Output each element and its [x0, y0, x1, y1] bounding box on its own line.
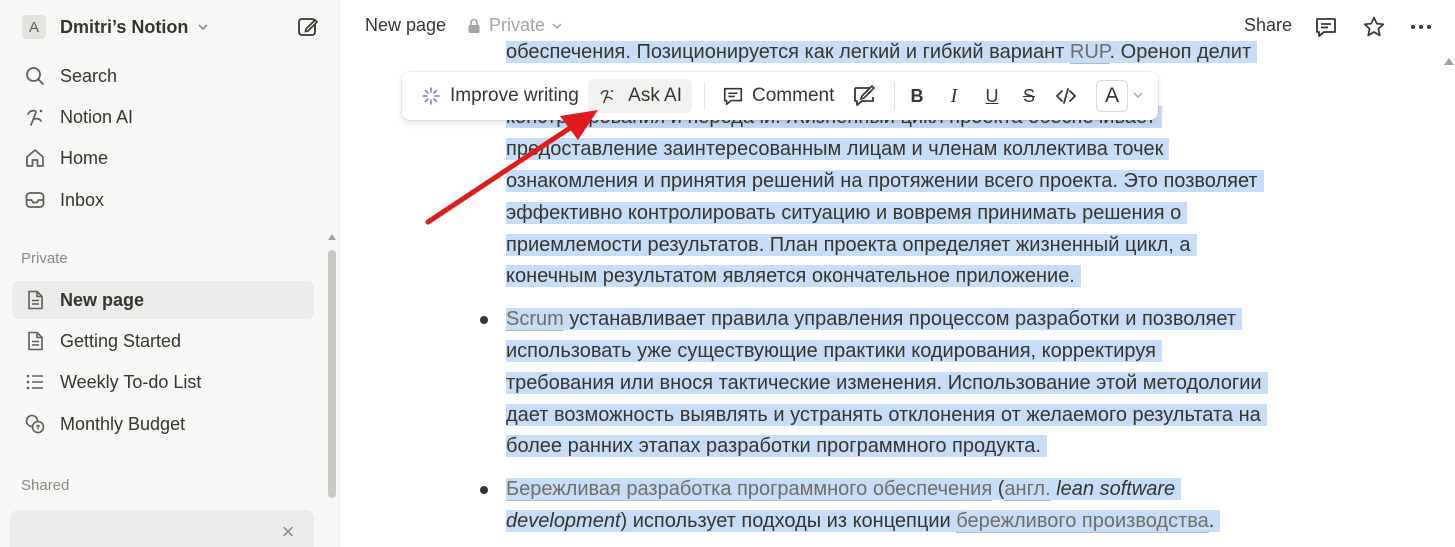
privacy-dropdown[interactable]: Private	[467, 15, 563, 36]
selected-text: требования или внося тактические изменен…	[506, 372, 1268, 394]
ask-ai-label: Ask AI	[628, 85, 682, 106]
text-segment: требования или внося тактические изменен…	[506, 372, 1262, 394]
selected-text: использовать уже существующие практики к…	[506, 340, 1162, 362]
bold-icon[interactable]: B	[905, 84, 929, 108]
text-segment: ознакомления и принятия решений на протя…	[506, 170, 1258, 192]
text-segment: ) использует подходы из концепции	[620, 510, 957, 532]
text-segment: . Ореноп делит	[1109, 41, 1252, 63]
text-line[interactable]: development) использует подходы из конце…	[506, 506, 1221, 537]
inline-link[interactable]: Бережливая разработка программного обесп…	[506, 478, 993, 501]
comment-icon	[723, 87, 743, 106]
ask-ai-button[interactable]: Ask AI	[588, 79, 692, 113]
text-segment: эффективно контролировать ситуацию и вов…	[506, 202, 1182, 224]
selected-text: обеспечения. Позиционируется как легкий …	[506, 41, 1258, 64]
selected-text: development) использует подходы из конце…	[506, 510, 1221, 533]
scroll-up-icon[interactable]	[1444, 58, 1454, 65]
text-line[interactable]: предоставление заинтересованным лицам и …	[506, 134, 1170, 165]
text-segment: обеспечения. Позиционируется как легкий …	[506, 41, 1070, 63]
text-line[interactable]: Бережливая разработка программного обесп…	[506, 474, 1182, 505]
more-options-icon[interactable]	[1408, 14, 1434, 40]
text-segment: lean software	[1056, 478, 1176, 500]
selected-text: приемлемости результатов. План проекта о…	[506, 234, 1197, 256]
inline-link[interactable]: бережливого производства	[956, 510, 1209, 533]
bullet-icon	[480, 316, 488, 324]
chevron-down-icon[interactable]	[1132, 89, 1144, 101]
formatting-toolbar: Improve writing Ask AI Comment B I U S A	[402, 72, 1158, 120]
comments-icon[interactable]	[1313, 14, 1339, 40]
share-button[interactable]: Share	[1244, 15, 1292, 36]
text-segment: использовать уже существующие практики к…	[506, 340, 1156, 362]
improve-writing-label: Improve writing	[450, 85, 579, 106]
selected-text: ознакомления и принятия решений на протя…	[506, 170, 1264, 192]
text-line[interactable]: Scrum устанавливает правила управления п…	[506, 304, 1243, 335]
suggest-edits-icon[interactable]	[852, 84, 876, 108]
text-segment: конечным результатом является окончатель…	[506, 265, 1075, 287]
text-line[interactable]: требования или внося тактические изменен…	[506, 368, 1268, 399]
inline-link[interactable]: RUP	[1069, 41, 1110, 64]
text-segment: (	[992, 478, 1005, 500]
text-line[interactable]: обеспечения. Позиционируется как легкий …	[506, 37, 1258, 68]
text-line[interactable]: приемлемости результатов. План проекта о…	[506, 230, 1197, 261]
inline-link[interactable]: Scrum	[506, 308, 564, 331]
text-line[interactable]: ознакомления и принятия решений на протя…	[506, 166, 1264, 197]
chevron-down-icon	[552, 22, 562, 29]
code-icon[interactable]	[1054, 84, 1078, 108]
notion-ai-icon	[600, 89, 614, 104]
privacy-label: Private	[489, 15, 546, 35]
text-line[interactable]: более ранних этапах разработки программн…	[506, 431, 1047, 462]
selected-text: Бережливая разработка программного обесп…	[506, 478, 1182, 501]
selected-text: дает возможность выявлять и устранять от…	[506, 404, 1267, 426]
bullet-icon	[480, 486, 488, 494]
underline-icon[interactable]: U	[980, 84, 1004, 108]
text-segment: .	[1208, 510, 1215, 532]
toolbar-divider	[894, 82, 895, 110]
improve-writing-button[interactable]: Improve writing	[414, 79, 585, 113]
inline-link[interactable]: англ.	[1004, 478, 1051, 501]
lock-icon	[468, 18, 480, 33]
text-line[interactable]: дает возможность выявлять и устранять от…	[506, 400, 1267, 431]
text-segment: предоставление заинтересованным лицам и …	[506, 138, 1164, 160]
strikethrough-icon[interactable]: S	[1017, 84, 1041, 108]
text-segment: development	[506, 510, 621, 532]
comment-button[interactable]: Comment	[718, 79, 838, 113]
sparkle-icon	[422, 87, 440, 105]
comment-label: Comment	[752, 85, 835, 106]
text-segment: более ранних этапах разработки программн…	[506, 435, 1041, 457]
text-color-button[interactable]: A	[1096, 80, 1128, 112]
text-segment: дает возможность выявлять и устранять от…	[506, 404, 1261, 426]
text-line[interactable]: использовать уже существующие практики к…	[506, 336, 1162, 367]
text-segment: приемлемости результатов. План проекта о…	[506, 234, 1191, 256]
page-title-breadcrumb[interactable]: New page	[365, 15, 446, 36]
selected-text: предоставление заинтересованным лицам и …	[506, 138, 1170, 160]
italic-icon[interactable]: I	[942, 84, 966, 108]
selected-text: более ранних этапах разработки программн…	[506, 435, 1047, 457]
text-segment: устанавливает правила управления процесс…	[563, 308, 1237, 330]
selected-text: эффективно контролировать ситуацию и вов…	[506, 202, 1188, 224]
text-line[interactable]: конечным результатом является окончатель…	[506, 261, 1081, 292]
toolbar-divider	[704, 82, 705, 110]
text-line[interactable]: эффективно контролировать ситуацию и вов…	[506, 198, 1188, 229]
selected-text: Scrum устанавливает правила управления п…	[506, 308, 1243, 331]
selected-text: конечным результатом является окончатель…	[506, 265, 1081, 287]
star-icon[interactable]	[1361, 14, 1387, 40]
